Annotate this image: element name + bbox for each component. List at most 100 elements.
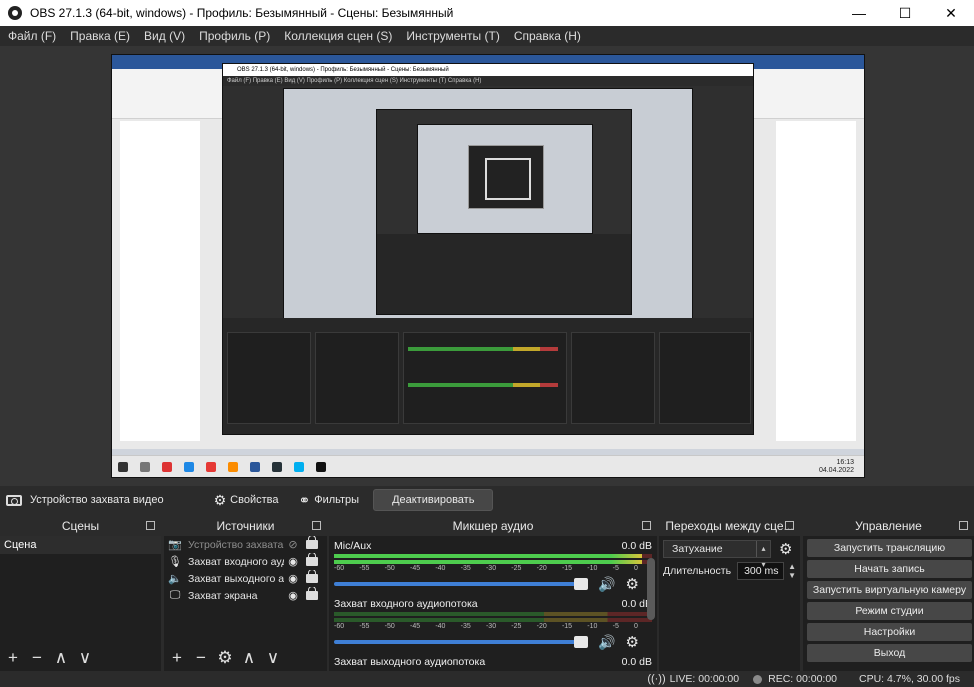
add-source-button[interactable]: + xyxy=(168,648,186,668)
camera-icon: 📷 xyxy=(168,539,182,551)
eye-icon[interactable]: ◉ xyxy=(284,572,302,585)
start-virtual-camera-button[interactable]: Запустить виртуальную камеру xyxy=(807,581,972,599)
mixer-channel: Mic/Aux 0.0 dB -60 -55 -50 -45 -40 -35 -30 -25 -2… xyxy=(329,536,657,594)
eye-icon[interactable]: ◉ xyxy=(284,555,302,568)
undock-icon[interactable] xyxy=(642,521,651,530)
properties-button[interactable]: ⚙ Свойства xyxy=(208,489,285,511)
mixer-scrollbar[interactable] xyxy=(647,558,655,620)
volume-meter xyxy=(334,618,652,622)
speaker-icon: 🔈 xyxy=(168,573,182,585)
add-scene-button[interactable]: + xyxy=(4,648,22,668)
source-item[interactable]: 🎙 Захват входного аудио ◉ xyxy=(164,553,327,570)
speaker-icon[interactable]: 🔊 xyxy=(598,576,615,593)
scale-tick: -30 xyxy=(485,623,497,630)
mixer-channel: Захват входного аудиопотока 0.0 dB -60 -55… xyxy=(329,594,657,652)
duration-label: Длительность xyxy=(663,565,732,577)
menu-profile[interactable]: Профиль (P) xyxy=(195,29,274,43)
scale-tick: -50 xyxy=(384,565,395,572)
menu-bar: Файл (F) Правка (E) Вид (V) Профиль (P) … xyxy=(0,26,974,46)
speaker-icon[interactable]: 🔊 xyxy=(598,634,615,651)
controls-dock: Управление Запустить трансляцию Начать з… xyxy=(803,516,974,671)
menu-edit[interactable]: Правка (E) xyxy=(66,29,134,43)
scale-tick: -15 xyxy=(561,565,573,572)
scale-tick: 0 xyxy=(634,623,638,630)
menu-tools[interactable]: Инструменты (T) xyxy=(402,29,503,43)
settings-button[interactable]: Настройки xyxy=(807,623,972,641)
scenes-header: Сцены xyxy=(0,516,161,536)
start-recording-button[interactable]: Начать запись xyxy=(807,560,972,578)
volume-slider[interactable] xyxy=(334,578,588,590)
exit-button[interactable]: Выход xyxy=(807,644,972,662)
controls-header: Управление xyxy=(803,516,974,536)
record-dot-icon xyxy=(753,674,763,684)
scale-tick: -35 xyxy=(460,623,471,630)
remove-scene-button[interactable]: − xyxy=(28,648,46,668)
source-item[interactable]: 🖵 Захват экрана ◉ xyxy=(164,587,327,604)
nested-obs-menu: Файл (F) Правка (E) Вид (V) Профиль (P) … xyxy=(223,76,753,86)
live-timer: LIVE: 00:00:00 xyxy=(669,673,740,685)
move-source-down-button[interactable]: ∨ xyxy=(264,648,282,668)
source-properties-button[interactable]: ⚙ xyxy=(216,648,234,668)
lock-icon[interactable] xyxy=(306,536,318,549)
channel-name: Захват выходного аудиопотока xyxy=(334,656,486,668)
preview-canvas[interactable]: OBS 27.1.3 (64-bit, windows) - Профиль: … xyxy=(111,54,865,478)
menu-scene-collection[interactable]: Коллекция сцен (S) xyxy=(280,29,396,43)
filters-button[interactable]: ⚭ Фильтры xyxy=(292,489,365,511)
move-source-up-button[interactable]: ∧ xyxy=(240,648,258,668)
channel-db: 0.0 dB xyxy=(621,540,652,552)
studio-mode-button[interactable]: Режим студии xyxy=(807,602,972,620)
spinner-icon[interactable]: ▲ ▼ xyxy=(788,562,796,580)
audio-mixer-dock: Микшер аудио Mic/Aux 0.0 dB -60 -55 -50 -45-… xyxy=(329,516,657,671)
deactivate-button[interactable]: Деактивировать xyxy=(373,489,494,511)
visibility-off-icon[interactable]: ⊘ xyxy=(284,538,302,551)
scale-tick: -55 xyxy=(359,623,370,630)
gear-icon[interactable]: ⚙ xyxy=(625,575,638,593)
sources-footer: + − ⚙ ∧ ∨ xyxy=(164,645,327,671)
menu-view[interactable]: Вид (V) xyxy=(140,29,189,43)
lock-icon[interactable] xyxy=(306,553,318,566)
minimize-button[interactable]: — xyxy=(836,0,882,26)
transition-select[interactable]: Затухание ▴ ▾ xyxy=(663,540,771,569)
lock-icon[interactable] xyxy=(306,587,318,600)
nested-obs-title: OBS 27.1.3 (64-bit, windows) - Профиль: … xyxy=(223,64,753,76)
transitions-header: Переходы между сце... xyxy=(659,516,800,536)
sources-dock: Источники 📷 Устройство захвата ви ⊘ 🎙 За… xyxy=(164,516,327,671)
gear-icon[interactable]: ⚙ xyxy=(779,540,792,558)
start-streaming-button[interactable]: Запустить трансляцию xyxy=(807,539,972,557)
recursive-preview xyxy=(468,145,544,209)
volume-slider[interactable] xyxy=(334,636,588,648)
filter-icon: ⚭ xyxy=(298,491,311,508)
scale-tick: -20 xyxy=(536,565,547,572)
maximize-button[interactable]: ☐ xyxy=(882,0,928,26)
volume-slider-handle[interactable] xyxy=(574,636,588,648)
sources-header: Источники xyxy=(164,516,327,536)
undock-icon[interactable] xyxy=(959,521,968,530)
move-scene-down-button[interactable]: ∨ xyxy=(76,648,94,668)
nested-obs-window-2 xyxy=(376,109,632,315)
undock-icon[interactable] xyxy=(146,521,155,530)
move-scene-up-button[interactable]: ∧ xyxy=(52,648,70,668)
remove-source-button[interactable]: − xyxy=(192,648,210,668)
menu-help[interactable]: Справка (H) xyxy=(510,29,585,43)
source-item[interactable]: 📷 Устройство захвата ви ⊘ xyxy=(164,536,327,553)
undock-icon[interactable] xyxy=(312,521,321,530)
mixer-channel: Захват выходного аудиопотока 0.0 dB xyxy=(329,652,657,671)
scale-tick: -30 xyxy=(485,565,497,572)
source-item[interactable]: 🔈 Захват выходного ауд ◉ xyxy=(164,570,327,587)
title-bar: OBS 27.1.3 (64-bit, windows) - Профиль: … xyxy=(0,0,974,26)
lock-icon[interactable] xyxy=(306,570,318,583)
gear-icon[interactable]: ⚙ xyxy=(625,633,638,651)
scenes-dock: Сцены Сцена + − ∧ ∨ xyxy=(0,516,161,671)
volume-meter xyxy=(334,554,652,558)
close-button[interactable]: ✕ xyxy=(928,0,974,26)
scale-tick: -50 xyxy=(384,623,395,630)
undock-icon[interactable] xyxy=(785,521,794,530)
transitions-dock: Переходы между сце... Затухание ▴ ▾ ⚙ Длит… xyxy=(659,516,800,671)
menu-file[interactable]: Файл (F) xyxy=(4,29,60,43)
volume-slider-handle[interactable] xyxy=(574,578,588,590)
channel-name: Захват входного аудиопотока xyxy=(334,598,478,610)
eye-icon[interactable]: ◉ xyxy=(284,589,302,602)
broadcast-icon: ((·)) xyxy=(647,673,666,685)
meter-scale: -60 -55 -50 -45 -40 -35 -30 -25 -20 -15 -10 -5 0 xyxy=(334,623,652,630)
scene-item[interactable]: Сцена xyxy=(0,536,161,554)
